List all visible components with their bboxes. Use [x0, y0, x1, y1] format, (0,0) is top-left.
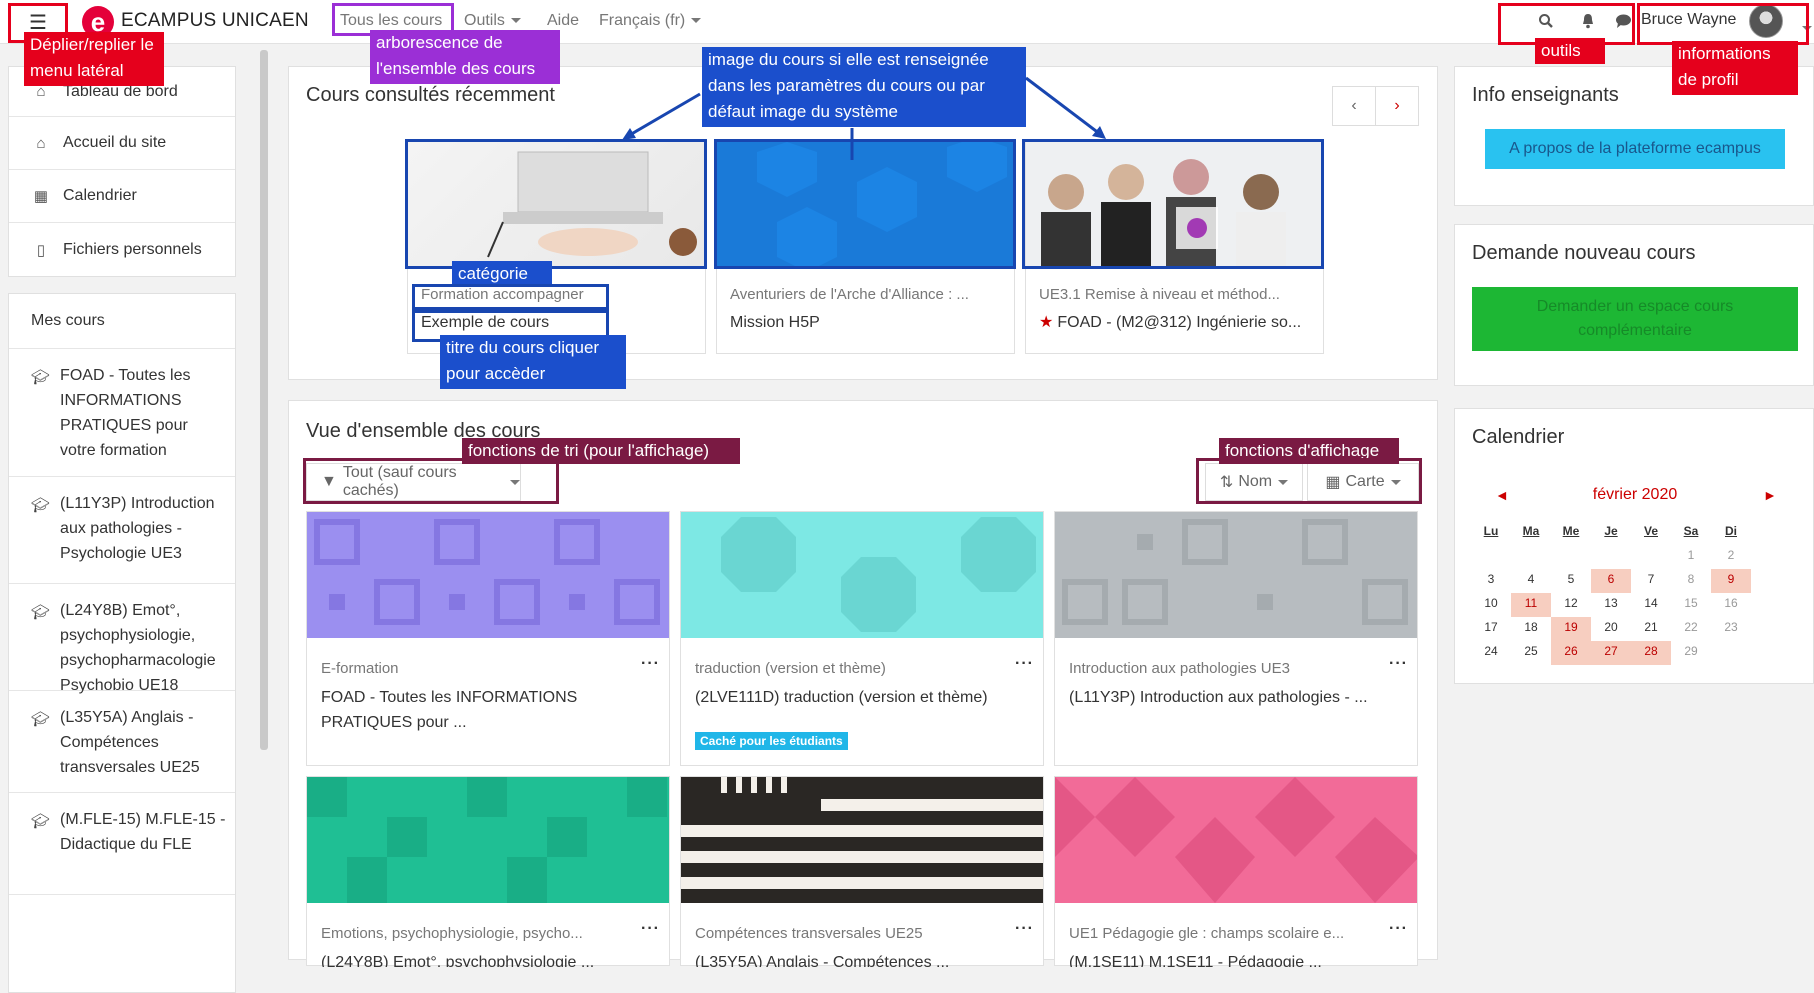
- annotation-image-box-3: [1022, 139, 1324, 269]
- annotation-title-label: titre du cours cliquer pour accèder: [440, 335, 626, 389]
- annotation-image-box-1: [405, 139, 707, 269]
- annotation-category-box: [412, 284, 609, 310]
- annotation-display-box: [1196, 458, 1422, 504]
- annotation-image-box-2: [714, 139, 1016, 269]
- annotation-sort-box: [303, 458, 559, 504]
